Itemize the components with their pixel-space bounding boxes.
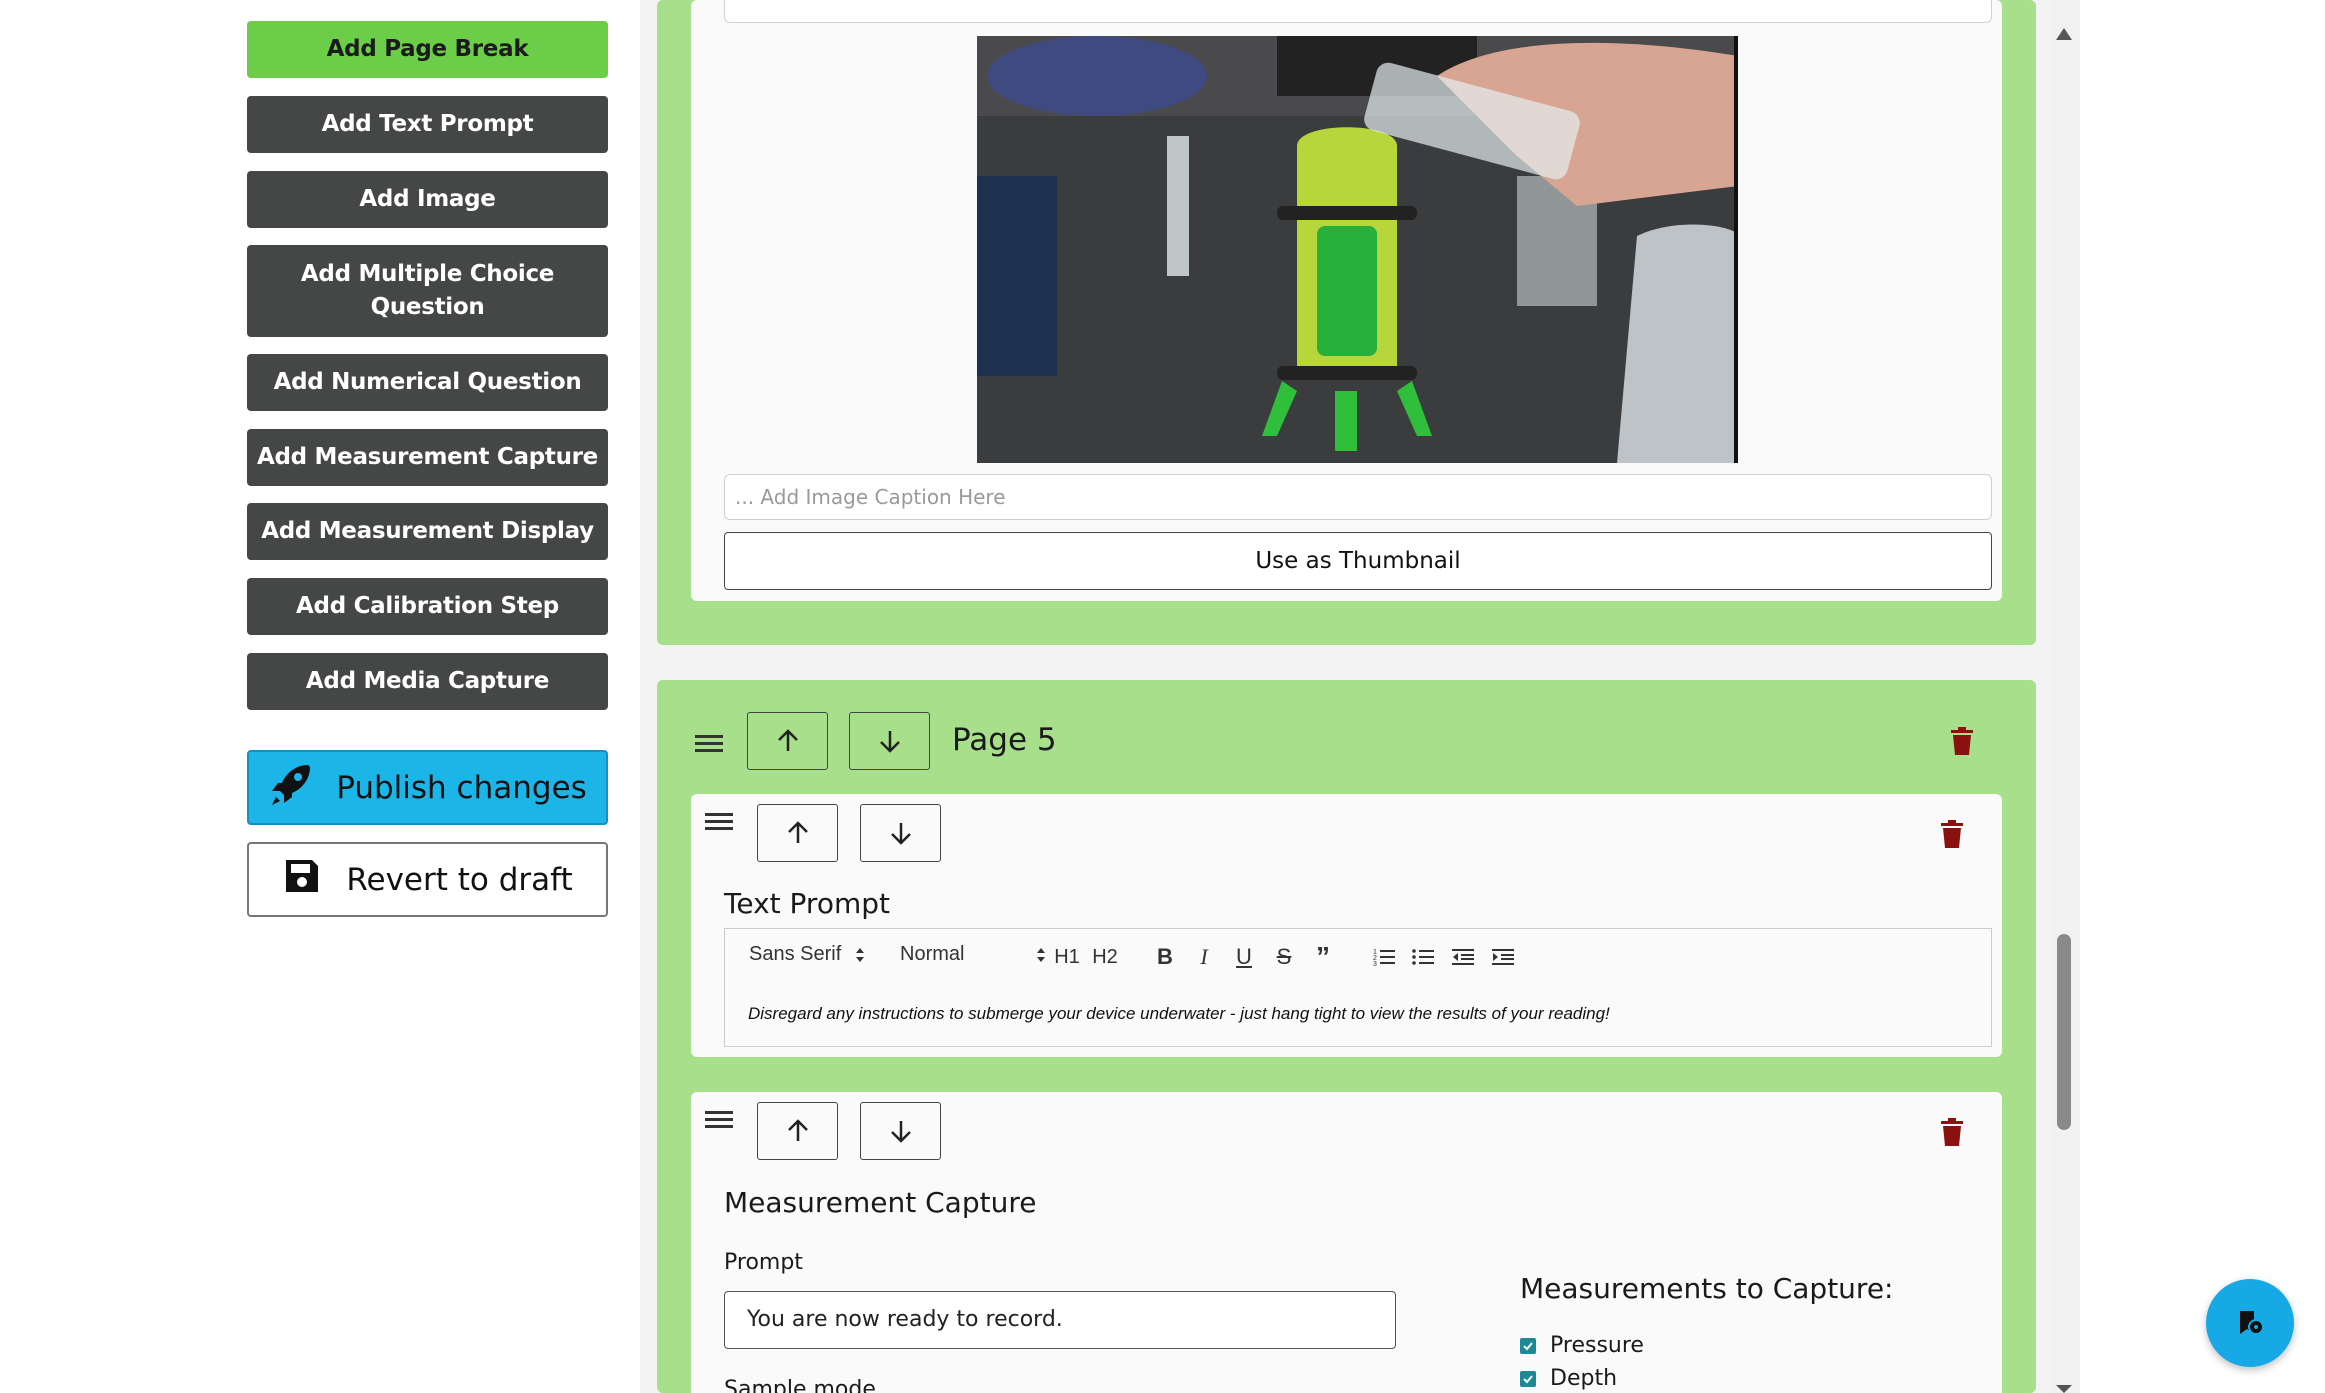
arrow-up-icon — [787, 1119, 808, 1141]
uploaded-image — [977, 36, 1738, 463]
ordered-list-icon[interactable]: 123 — [1371, 944, 1397, 970]
drag-handle-icon[interactable] — [705, 1109, 733, 1131]
prompt-label: Prompt — [724, 1250, 803, 1275]
arrow-down-icon — [890, 1121, 911, 1143]
outdent-icon[interactable] — [1450, 944, 1476, 970]
text-prompt-editor[interactable]: Disregard any instructions to submerge y… — [724, 985, 1992, 1047]
svg-text:3: 3 — [1373, 961, 1377, 967]
delete-text-prompt-icon[interactable] — [1940, 820, 1964, 848]
measurement-move-down-button[interactable] — [860, 1102, 941, 1160]
measurement-option-label: Depth — [1550, 1366, 1618, 1391]
scroll-up-arrow-icon[interactable] — [2056, 28, 2072, 40]
measurement-option-depth[interactable]: Depth — [1520, 1366, 1617, 1391]
italic-icon[interactable]: I — [1191, 944, 1217, 970]
text-prompt-move-up-button[interactable] — [757, 804, 838, 862]
previous-field-edge — [724, 0, 1992, 23]
checkbox-checked-icon[interactable] — [1520, 1370, 1536, 1387]
font-size-select[interactable]: Normal — [900, 943, 1046, 966]
use-as-thumbnail-button[interactable]: Use as Thumbnail — [724, 532, 1992, 590]
drag-handle-icon[interactable] — [705, 811, 733, 833]
publish-changes-button[interactable]: Publish changes — [247, 750, 608, 825]
image-caption-input[interactable]: ... Add Image Caption Here — [724, 474, 1992, 520]
revert-to-draft-label: Revert to draft — [346, 861, 573, 898]
text-prompt-move-down-button[interactable] — [860, 804, 941, 862]
measurement-option-label: Pressure — [1550, 1333, 1644, 1358]
add-image-button[interactable]: Add Image — [247, 171, 608, 228]
arrow-up-icon — [777, 729, 798, 751]
indent-icon[interactable] — [1490, 944, 1516, 970]
text-prompt-title: Text Prompt — [724, 887, 890, 920]
blockquote-icon[interactable]: ” — [1310, 941, 1336, 972]
checkbox-checked-icon[interactable] — [1520, 1337, 1536, 1354]
add-measurement-display-button[interactable]: Add Measurement Display — [247, 503, 608, 560]
font-size-value: Normal — [900, 943, 965, 965]
delete-page-icon[interactable] — [1950, 727, 1974, 755]
add-text-prompt-button[interactable]: Add Text Prompt — [247, 96, 608, 153]
page-move-down-button[interactable] — [849, 712, 930, 770]
strikethrough-icon[interactable]: S — [1271, 944, 1297, 970]
underline-icon[interactable]: U — [1231, 944, 1257, 970]
measurement-capture-title: Measurement Capture — [724, 1186, 1037, 1219]
rocket-icon — [268, 761, 314, 815]
add-media-capture-button[interactable]: Add Media Capture — [247, 653, 608, 710]
scrollbar[interactable] — [2052, 0, 2080, 1393]
measurements-to-capture-title: Measurements to Capture: — [1520, 1272, 1894, 1305]
heading-1-icon[interactable]: H1 — [1052, 944, 1082, 970]
bookmark-help-icon — [2240, 1311, 2264, 1335]
add-numerical-question-button[interactable]: Add Numerical Question — [247, 354, 608, 411]
measurement-option-pressure[interactable]: Pressure — [1520, 1333, 1644, 1358]
measurement-move-up-button[interactable] — [757, 1102, 838, 1160]
drag-handle-icon[interactable] — [695, 733, 723, 755]
font-family-value: Sans Serif — [749, 943, 842, 965]
select-caret-icon — [1037, 947, 1046, 962]
delete-measurement-icon[interactable] — [1940, 1118, 1964, 1146]
add-calibration-step-button[interactable]: Add Calibration Step — [247, 578, 608, 635]
page-move-up-button[interactable] — [747, 712, 828, 770]
add-page-break-button[interactable]: Add Page Break — [247, 21, 608, 78]
arrow-down-icon — [890, 823, 911, 845]
sample-mode-label: Sample mode — [724, 1377, 876, 1393]
scrollbar-thumb[interactable] — [2057, 934, 2071, 1130]
page-title: Page 5 — [952, 722, 1057, 758]
select-caret-icon — [856, 947, 865, 962]
prompt-input[interactable]: You are now ready to record. — [724, 1291, 1396, 1349]
heading-2-icon[interactable]: H2 — [1090, 944, 1120, 970]
revert-to-draft-button[interactable]: Revert to draft — [247, 842, 608, 917]
arrow-up-icon — [787, 821, 808, 843]
rich-text-toolbar: Sans Serif Normal H1 H2 B I U S ” 123 — [724, 928, 1992, 986]
arrow-down-icon — [879, 731, 900, 753]
publish-changes-label: Publish changes — [336, 769, 587, 806]
floppy-disk-icon — [282, 856, 322, 904]
bold-icon[interactable]: B — [1152, 944, 1178, 970]
add-multiple-choice-question-button[interactable]: Add Multiple Choice Question — [247, 245, 608, 337]
scroll-down-arrow-icon[interactable] — [2056, 1385, 2072, 1393]
bullet-list-icon[interactable] — [1410, 944, 1436, 970]
add-measurement-capture-button[interactable]: Add Measurement Capture — [247, 429, 608, 486]
help-widget-button[interactable] — [2206, 1279, 2294, 1367]
font-family-select[interactable]: Sans Serif — [749, 943, 865, 966]
